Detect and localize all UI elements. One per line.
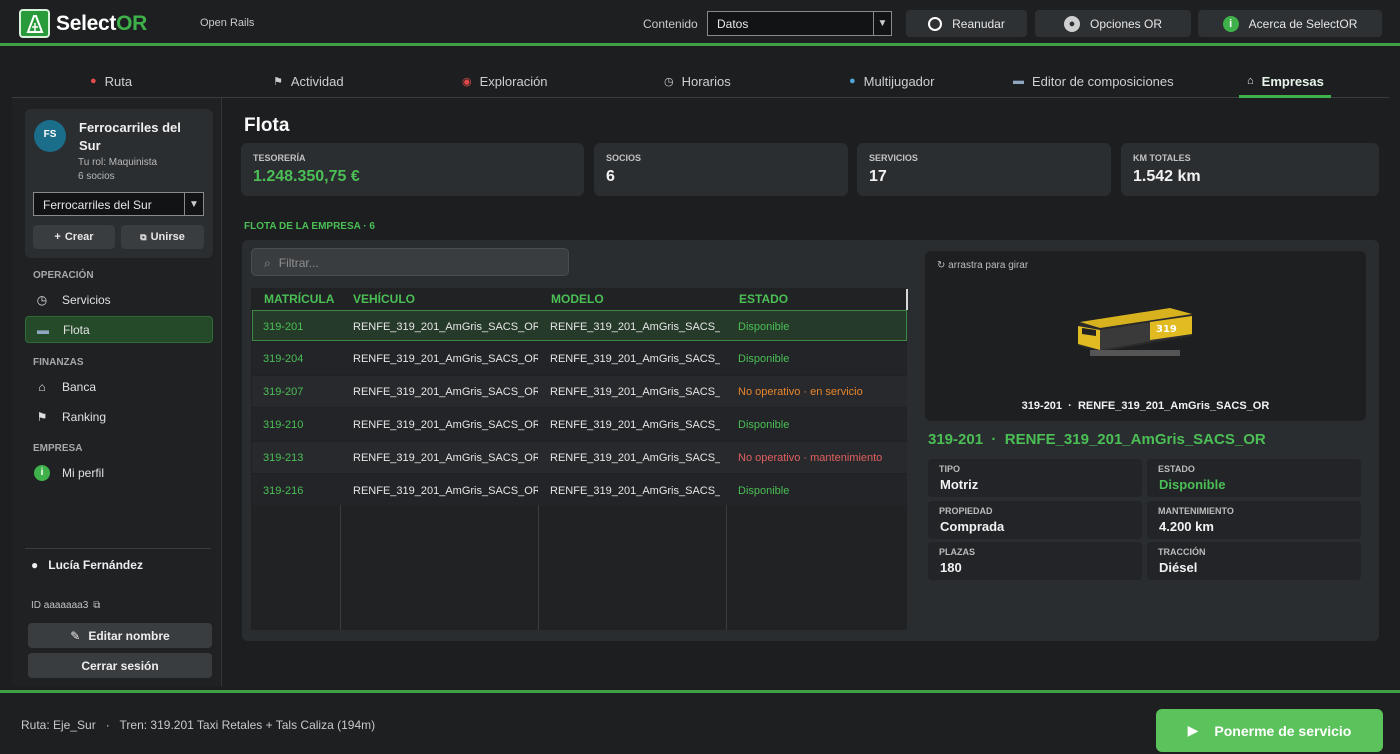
train-icon: ▬ <box>37 322 49 337</box>
acerca-button[interactable]: i Acerca de SelectOR <box>1198 10 1382 37</box>
table-row[interactable]: 319-207 RENFE_319_201_AmGris_SACS_OR REN… <box>252 376 907 407</box>
column-resize-handle[interactable] <box>906 289 908 310</box>
company-role: Tu rol: Maquinista <box>78 157 158 168</box>
section-finanzas: FINANZAS <box>33 357 84 368</box>
company-avatar: FS <box>34 120 66 152</box>
tab-horarios[interactable]: ◷ Horarios <box>664 66 731 96</box>
sidebar-item-servicios[interactable]: ◷ Servicios <box>25 286 213 313</box>
gear-icon: ● <box>1063 15 1080 32</box>
join-company-button[interactable]: ⧉ Unirse <box>121 225 204 249</box>
sidebar-item-banca[interactable]: ⌂ Banca <box>25 373 213 400</box>
resume-icon <box>928 16 943 31</box>
filter-input[interactable]: ⌕ Filtrar... <box>251 248 569 276</box>
compass-icon: ◉ <box>462 75 472 88</box>
flag-icon: ⚑ <box>273 75 283 88</box>
sidebar-item-mi-perfil[interactable]: i Mi perfil <box>25 459 213 486</box>
rotate-hint: ↻ arrastra para girar <box>937 260 1029 271</box>
checkered-flag-icon: ⚑ <box>36 409 48 424</box>
tab-ruta[interactable]: ● Ruta <box>90 66 132 96</box>
stat-km-totales: KM TOTALES 1.542 km <box>1121 143 1379 196</box>
contenido-select[interactable]: Datos <box>707 11 874 36</box>
search-icon: ⌕ <box>264 256 271 270</box>
detail-traccion: TRACCIÓN Diésel <box>1147 542 1361 580</box>
reanudar-button[interactable]: Reanudar <box>906 10 1027 37</box>
bank-icon: ⌂ <box>1247 75 1254 87</box>
opciones-or-button[interactable]: ● Opciones OR <box>1035 10 1191 37</box>
company-members: 6 socios <box>78 171 115 182</box>
map-pin-icon: ● <box>90 75 97 87</box>
chevron-down-icon[interactable]: ▼ <box>874 11 892 36</box>
plus-icon: + <box>54 231 61 243</box>
copy-icon[interactable]: ⧉ <box>93 600 100 611</box>
detail-plazas: PLAZAS 180 <box>928 542 1142 580</box>
sidebar-divider <box>25 548 211 549</box>
table-row[interactable]: 319-204 RENFE_319_201_AmGris_SACS_OR REN… <box>252 343 907 374</box>
svg-text:319: 319 <box>1156 324 1177 335</box>
detail-mantenimiento: MANTENIMIENTO 4.200 km <box>1147 501 1361 539</box>
app-subtitle: Open Rails <box>200 17 255 29</box>
join-icon: ⧉ <box>140 231 147 242</box>
chevron-down-icon[interactable]: ▼ <box>185 192 204 216</box>
logout-button[interactable]: Cerrar sesión <box>28 653 212 678</box>
create-company-button[interactable]: + Crear <box>33 225 115 249</box>
user-icon: ● <box>31 558 39 572</box>
company-select[interactable]: Ferrocarriles del Sur <box>33 192 185 216</box>
section-operacion: OPERACIÓN <box>33 270 94 281</box>
column-divider <box>726 505 727 630</box>
locomotive-model: 319 <box>1078 308 1192 356</box>
column-header-modelo[interactable]: MODELO <box>551 292 604 306</box>
app-name: SelectOR <box>56 12 147 35</box>
tab-exploracion[interactable]: ◉ Exploración <box>462 66 548 96</box>
footer-status: Ruta: Eje_Sur · Tren: 319.201 Taxi Retal… <box>21 718 376 732</box>
column-divider <box>340 505 341 630</box>
tab-editor-composiciones[interactable]: ▬ Editor de composiciones <box>1013 66 1174 96</box>
clock-icon: ◷ <box>664 75 674 88</box>
user-name: ● Lucía Fernández <box>31 558 143 572</box>
info-icon: i <box>34 464 50 481</box>
detail-title: 319-201 · RENFE_319_201_AmGris_SACS_OR <box>928 431 1266 448</box>
tab-active-indicator <box>1239 95 1331 98</box>
table-row[interactable]: 319-213 RENFE_319_201_AmGris_SACS_OR REN… <box>252 442 907 473</box>
stat-servicios: SERVICIOS 17 <box>857 143 1111 196</box>
company-name: Ferrocarriles del Sur <box>79 120 181 153</box>
detail-estado: ESTADO Disponible <box>1147 459 1361 497</box>
detail-propiedad: PROPIEDAD Comprada <box>928 501 1142 539</box>
stat-tesoreria: TESORERÍA 1.248.350,75 € <box>241 143 584 196</box>
bank-icon: ⌂ <box>38 379 46 394</box>
fleet-section-label: FLOTA DE LA EMPRESA · 6 <box>244 221 375 232</box>
train-icon: ▬ <box>1013 75 1024 87</box>
sidebar-item-ranking[interactable]: ⚑ Ranking <box>25 403 213 430</box>
play-icon: ▶ <box>1187 722 1199 738</box>
table-row[interactable]: 319-201 RENFE_319_201_AmGris_SACS_OR REN… <box>252 310 907 341</box>
column-header-estado[interactable]: ESTADO <box>739 292 788 306</box>
table-row[interactable]: 319-216 RENFE_319_201_AmGris_SACS_OR REN… <box>252 475 907 506</box>
column-divider <box>538 505 539 630</box>
sidebar-item-flota[interactable]: ▬ Flota <box>25 316 213 343</box>
tab-multijugador[interactable]: ● Multijugador <box>849 66 934 96</box>
page-title: Flota <box>244 115 290 136</box>
tab-empresas[interactable]: ⌂ Empresas <box>1247 66 1324 96</box>
pencil-icon: ✎ <box>70 628 81 643</box>
start-service-button[interactable]: ▶ Ponerme de servicio <box>1156 709 1383 752</box>
user-id: ID aaaaaaa3 ⧉ <box>31 600 101 611</box>
detail-tipo: TIPO Motriz <box>928 459 1142 497</box>
contenido-label: Contenido <box>643 17 698 31</box>
section-empresa: EMPRESA <box>33 443 83 454</box>
globe-icon: ● <box>849 75 856 87</box>
tab-actividad[interactable]: ⚑ Actividad <box>273 66 344 96</box>
column-header-matricula[interactable]: MATRÍCULA <box>264 292 334 306</box>
edit-name-button[interactable]: ✎ Editar nombre <box>28 623 212 648</box>
info-icon: i <box>1222 15 1239 32</box>
column-header-vehiculo[interactable]: VEHÍCULO <box>353 292 415 306</box>
stat-socios: SOCIOS 6 <box>594 143 848 196</box>
viewer-caption: 319-201 · RENFE_319_201_AmGris_SACS_OR <box>1021 400 1270 412</box>
clock-icon: ◷ <box>36 292 48 307</box>
table-row[interactable]: 319-210 RENFE_319_201_AmGris_SACS_OR REN… <box>252 409 907 440</box>
app-logo-icon <box>19 9 50 38</box>
rotate-icon: ↻ <box>937 260 946 271</box>
